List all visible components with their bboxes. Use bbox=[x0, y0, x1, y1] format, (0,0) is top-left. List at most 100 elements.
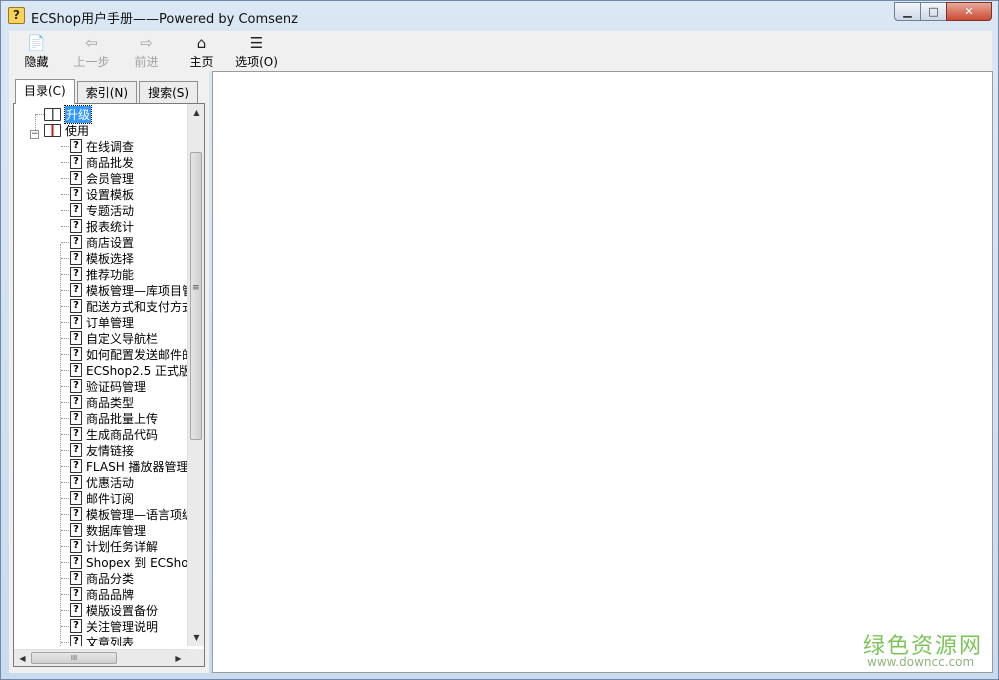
help-app-icon[interactable]: ? bbox=[8, 7, 25, 24]
tree-item-topic[interactable]: ? 数据库管理 bbox=[70, 522, 146, 538]
tree-line bbox=[61, 578, 69, 579]
tree-item-label: 使用 bbox=[65, 123, 90, 138]
help-page-icon: ? bbox=[70, 443, 82, 457]
help-page-icon: ? bbox=[70, 203, 82, 217]
help-page-icon: ? bbox=[70, 507, 82, 521]
tree-item-topic[interactable]: ? FLASH 播放器管理 bbox=[70, 458, 187, 474]
tree-line bbox=[61, 530, 69, 531]
tree-item-topic[interactable]: ? 商品品牌 bbox=[70, 586, 134, 602]
tree-item-label: 商品批量上传 bbox=[86, 411, 159, 426]
help-page-icon: ? bbox=[70, 235, 82, 249]
tree-item-topic[interactable]: ? 模板选择 bbox=[70, 250, 134, 266]
close-button[interactable]: ✕ bbox=[946, 2, 992, 21]
tree-item-topic[interactable]: ? 模板管理—语言项编辑 bbox=[70, 506, 187, 522]
tree-item-topic[interactable]: ? 生成商品代码 bbox=[70, 426, 158, 442]
tree-line bbox=[61, 482, 69, 483]
tree-item-label: 商品批发 bbox=[86, 155, 135, 170]
tree-line bbox=[61, 386, 69, 387]
forward-button[interactable]: ⇨ 前进 bbox=[119, 31, 174, 71]
title-bar[interactable]: ? ECShop用户手册——Powered by Comsenz ▁ □ ✕ bbox=[1, 1, 998, 31]
tree-item-topic[interactable]: ? 友情链接 bbox=[70, 442, 134, 458]
tree-item-topic[interactable]: ? 关注管理说明 bbox=[70, 618, 158, 634]
tree-item-topic[interactable]: ? 配送方式和支付方式 bbox=[70, 298, 187, 314]
tree-item-topic[interactable]: ? 设置模板 bbox=[70, 186, 134, 202]
tree-item-topic[interactable]: ? 自定义导航栏 bbox=[70, 330, 158, 346]
contents-tree: − 升级 使用 ? 在线调查? 商品批发? 会员管理? 设置模板? 专题活动? 报表统计? 商… bbox=[14, 104, 187, 646]
tree-item-topic[interactable]: ? 商店设置 bbox=[70, 234, 134, 250]
window-title: ECShop用户手册——Powered by Comsenz bbox=[31, 12, 298, 27]
tree-item-label: 自定义导航栏 bbox=[86, 331, 159, 346]
tree-horizontal-scrollbar[interactable]: ◀ III ▶ bbox=[14, 649, 187, 666]
tree-item-label: 关注管理说明 bbox=[86, 619, 159, 634]
tab-search[interactable]: 搜索(S) bbox=[139, 81, 199, 103]
back-arrow-icon: ⇦ bbox=[85, 34, 98, 52]
tree-item-label: 文章列表 bbox=[86, 635, 135, 647]
tree-item-topic[interactable]: ? 报表统计 bbox=[70, 218, 134, 234]
tree-item-topic[interactable]: ? 模版设置备份 bbox=[70, 602, 158, 618]
tree-item-upgrade[interactable]: 升级 bbox=[44, 104, 93, 124]
scroll-up-arrow[interactable]: ▲ bbox=[188, 104, 204, 121]
scroll-right-arrow[interactable]: ▶ bbox=[170, 650, 187, 666]
tree-item-topic[interactable]: ? 推荐功能 bbox=[70, 266, 134, 282]
collapse-toggle[interactable]: − bbox=[30, 130, 39, 139]
back-button[interactable]: ⇦ 上一步 bbox=[64, 31, 119, 71]
hide-button[interactable]: 📄 隐藏 bbox=[9, 31, 64, 71]
tree-item-topic[interactable]: ? 商品批发 bbox=[70, 154, 134, 170]
navigation-pane: 目录(C) 索引(N) 搜索(S) − 升级 使用 ? 在线调查? 商品批发? 会员管… bbox=[9, 71, 209, 673]
tree-item-topic[interactable]: ? 订单管理 bbox=[70, 314, 134, 330]
minimize-button[interactable]: ▁ bbox=[894, 2, 921, 21]
tree-item-topic[interactable]: ? 文章列表 bbox=[70, 634, 134, 646]
options-icon: ☰ bbox=[249, 34, 264, 52]
scroll-down-arrow[interactable]: ▼ bbox=[188, 629, 204, 646]
tree-item-label: 订单管理 bbox=[86, 315, 135, 330]
tree-item-topic[interactable]: ? ECShop2.5 正式版组 bbox=[70, 362, 187, 378]
tree-item-topic[interactable]: ? 会员管理 bbox=[70, 170, 134, 186]
tree-line bbox=[61, 546, 69, 547]
help-page-icon: ? bbox=[70, 523, 82, 537]
tab-contents[interactable]: 目录(C) bbox=[15, 79, 75, 104]
vertical-scroll-thumb[interactable]: ≡ bbox=[190, 152, 202, 440]
tree-line bbox=[61, 562, 69, 563]
tree-item-topic[interactable]: ? 模板管理—库项目管理 bbox=[70, 282, 187, 298]
tree-line bbox=[61, 162, 69, 163]
tree-vertical-scrollbar[interactable]: ▲ ≡ ▼ bbox=[187, 104, 204, 646]
tree-item-topic[interactable]: ? 计划任务详解 bbox=[70, 538, 158, 554]
help-page-icon: ? bbox=[70, 459, 82, 473]
tree-item-topic[interactable]: ? 优惠活动 bbox=[70, 474, 134, 490]
home-button[interactable]: ⌂ 主页 bbox=[174, 31, 229, 71]
tree-item-topic[interactable]: ? 商品分类 bbox=[70, 570, 134, 586]
help-page-icon: ? bbox=[70, 363, 82, 377]
tree-item-topic[interactable]: ? 验证码管理 bbox=[70, 378, 146, 394]
tree-item-label: 验证码管理 bbox=[86, 379, 147, 394]
tab-index[interactable]: 索引(N) bbox=[76, 81, 138, 103]
tree-item-topic[interactable]: ? 商品批量上传 bbox=[70, 410, 158, 426]
help-page-icon: ? bbox=[70, 571, 82, 585]
horizontal-scroll-thumb[interactable]: III bbox=[31, 652, 117, 664]
help-page-icon: ? bbox=[70, 283, 82, 297]
tree-line bbox=[61, 258, 69, 259]
tree-item-usage[interactable]: 使用 bbox=[44, 122, 89, 138]
maximize-button[interactable]: □ bbox=[920, 2, 947, 21]
contents-tree-panel: − 升级 使用 ? 在线调查? 商品批发? 会员管理? 设置模板? 专题活动? 报表统计? 商… bbox=[13, 103, 205, 667]
tree-item-topic[interactable]: ? 如何配置发送邮件的 bbox=[70, 346, 187, 362]
help-page-icon: ? bbox=[70, 587, 82, 601]
back-label: 上一步 bbox=[73, 55, 110, 69]
tree-item-topic[interactable]: ? 商品类型 bbox=[70, 394, 134, 410]
help-page-icon: ? bbox=[70, 139, 82, 153]
tree-item-label: 友情链接 bbox=[86, 443, 135, 458]
tree-line bbox=[61, 434, 69, 435]
tree-item-topic[interactable]: ? 邮件订阅 bbox=[70, 490, 134, 506]
help-page-icon: ? bbox=[70, 219, 82, 233]
options-button[interactable]: ☰ 选项(O) bbox=[229, 31, 284, 71]
topic-content-pane[interactable] bbox=[212, 71, 993, 673]
help-page-icon: ? bbox=[70, 187, 82, 201]
thumb-grip: ≡ bbox=[192, 283, 200, 293]
tree-item-topic[interactable]: ? Shopex 到 ECShop bbox=[70, 554, 187, 570]
tree-line bbox=[61, 610, 69, 611]
help-page-icon: ? bbox=[70, 603, 82, 617]
tree-line bbox=[60, 244, 61, 646]
tree-item-topic[interactable]: ? 专题活动 bbox=[70, 202, 134, 218]
tree-item-topic[interactable]: ? 在线调查 bbox=[70, 138, 134, 154]
home-icon: ⌂ bbox=[196, 34, 207, 52]
scroll-left-arrow[interactable]: ◀ bbox=[14, 650, 31, 666]
